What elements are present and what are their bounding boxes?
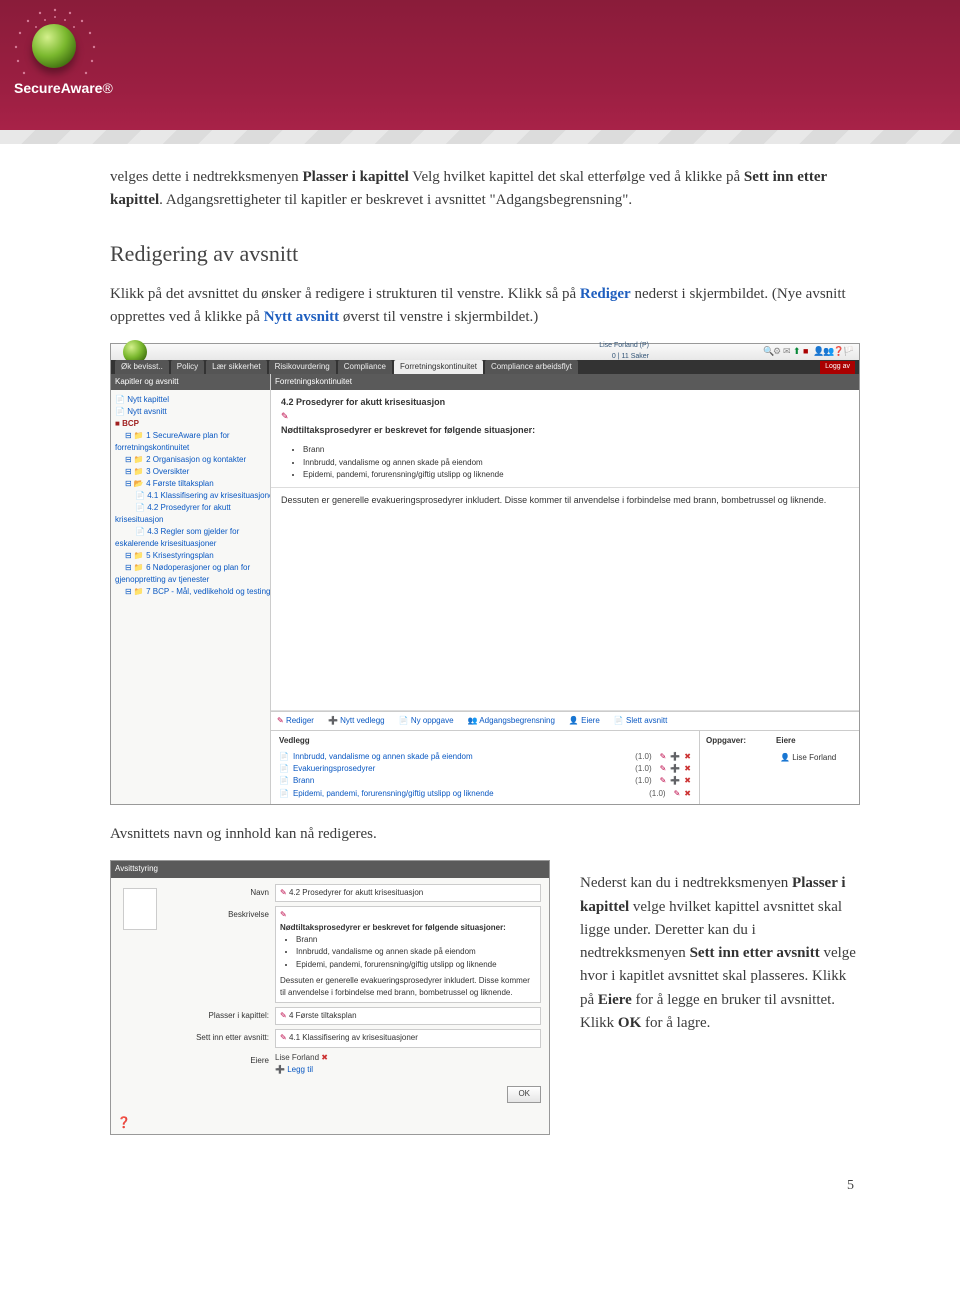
tree-item[interactable]: krisesituasjon [115,514,266,526]
tree-item[interactable]: eskalerende krisesituasjoner [115,538,266,550]
sidebar-tree: 📄 Nytt kapittel 📄 Nytt avsnitt ■ BCP ⊟ 📁… [111,390,270,804]
tab[interactable]: Lær sikkerhet [206,360,266,374]
tree-item[interactable]: gjenoppretting av tjenester [115,574,266,586]
attachment-link[interactable]: Epidemi, pandemi, forurensning/giftig ut… [293,788,494,800]
attachment-link[interactable]: Innbrudd, vandalisme og annen skade på e… [293,751,473,763]
section-paragraph: Klikk på det avsnittet du ønsker å redig… [110,283,860,330]
brand-name: SecureAware® [14,80,113,96]
owners-header: Eiere [776,735,796,747]
edit-icon[interactable]: ✎ [281,411,289,421]
tree-item[interactable]: forretningskontinuitet [115,442,266,454]
tree-item[interactable]: ⊟ 📁 6 Nødoperasjoner og plan for [115,562,266,574]
section-title: 4.2 Prosedyrer for akutt krisesituasjon [281,397,445,407]
screenshot-2: Avsittstyring Navn ✎ 4.2 Prosedyrer for … [110,860,550,1135]
doc-icon: 📄 [279,788,289,800]
owner-badge: Lise Forland [275,1053,319,1062]
section-description: Dessuten er generelle evakueringsprosedy… [271,488,859,710]
page-number: 5 [110,1175,860,1197]
tree-item[interactable]: 📄 4.3 Regler som gjelder for [115,526,266,538]
right-column-text: Nederst kan du i nedtrekksmenyen Plasser… [580,860,860,1049]
new-task-link[interactable]: 📄 Ny oppgave [399,715,454,727]
new-attachment-link[interactable]: ➕ Nytt vedlegg [328,715,385,727]
sidebar-header: Kapitler og avsnitt [111,374,270,390]
insert-after-label: Sett inn etter avsnitt: [169,1029,269,1044]
section-header-block: 4.2 Prosedyrer for akutt krisesituasjon … [271,390,859,488]
attachment-link[interactable]: Brann [293,775,314,787]
tree-item[interactable]: ⊟ 📁 2 Organisasjon og kontakter [115,454,266,466]
bullet: Brann [303,444,849,456]
owners-label: Eiere [169,1052,269,1067]
tab-active[interactable]: Forretningskontinuitet [394,360,483,374]
doc-icon: 📄 [279,763,289,775]
toolbar-icons[interactable]: 🔍⚙✉⬆■👤👥❓🏳️ [763,345,853,359]
tree-item[interactable]: ⊟ 📁 1 SecureAware plan for [115,430,266,442]
ok-button[interactable]: OK [507,1086,541,1102]
tree-item-selected[interactable]: 📄 4.2 Prosedyrer for akutt [115,502,266,514]
user-icon: 👤 [780,753,790,762]
logout-button[interactable]: Logg av [820,361,855,374]
description-input[interactable]: ✎ Nødtiltaksprosedyrer er beskrevet for … [275,906,541,1003]
name-input[interactable]: ✎ 4.2 Prosedyrer for akutt krisesituasjo… [275,884,541,902]
tree-item[interactable]: ⊟ 📁 7 BCP - Mål, vedlikehold og testing [115,586,266,598]
tree-item[interactable]: ⊟ 📁 5 Krisestyringsplan [115,550,266,562]
brand-sphere [32,24,76,68]
insert-after-select[interactable]: ✎ 4.1 Klassifisering av krisesituasjoner [275,1029,541,1047]
place-in-chapter-select[interactable]: ✎ 4 Første tiltaksplan [275,1007,541,1025]
add-icon[interactable]: ➕ [275,1065,285,1074]
edit-link[interactable]: ✎ Rediger [277,715,314,727]
user-info: Lise Forland (P)0 | 11 Saker [599,341,759,363]
tree-item[interactable]: ⊟ 📁 3 Oversikter [115,466,266,478]
tab[interactable]: Øk bevisst.. [115,360,169,374]
attachment-link[interactable]: Evakueringsprosedyrer [293,763,375,775]
access-restriction-link[interactable]: 👥 Adgangsbegrensning [468,715,555,727]
header-banner: SecureAware® [0,0,960,130]
section-heading: Redigering av avsnitt [110,237,860,271]
tab[interactable]: Policy [171,360,204,374]
owners-link[interactable]: 👤 Eiere [569,715,600,727]
attachments-header: Vedlegg [279,735,691,747]
new-chapter-link[interactable]: 📄 Nytt kapittel [115,394,266,406]
owner-name: Lise Forland [792,753,836,762]
add-owner-link[interactable]: Legg til [287,1065,313,1074]
screenshot-1: Lise Forland (P)0 | 11 Saker 🔍⚙✉⬆■👤👥❓🏳️ … [110,343,860,805]
panel-header: Avsittstyring [111,861,549,877]
tasks-header: Oppgaver: [706,735,746,747]
bullet: Epidemi, pandemi, forurensning/giftig ut… [303,469,849,481]
new-section-link[interactable]: 📄 Nytt avsnitt [115,406,266,418]
tree-item[interactable]: 📄 4.1 Klassifisering av krisesituasjoner [115,490,266,502]
description-label: Beskrivelse [169,906,269,921]
doc-icon: 📄 [279,751,289,763]
name-label: Navn [169,884,269,899]
action-bar: ✎ Rediger ➕ Nytt vedlegg 📄 Ny oppgave 👥 … [271,711,859,730]
intro-paragraph: velges dette i nedtrekksmenyen Plasser i… [110,166,860,213]
place-in-chapter-label: Plasser i kapittel: [169,1007,269,1022]
main-header: Forretningskontinuitet [271,374,859,390]
tab[interactable]: Compliance arbeidsflyt [485,360,578,374]
tab[interactable]: Compliance [338,360,392,374]
bullet: Innbrudd, vandalisme og annen skade på e… [303,457,849,469]
tree-item[interactable]: ⊟ 📂 4 Første tiltaksplan [115,478,266,490]
section-subtitle: Nødtiltaksprosedyrer er beskrevet for fø… [281,425,535,435]
help-icon[interactable]: ❓ [111,1113,549,1134]
bcp-root[interactable]: ■ BCP [115,418,266,430]
caption-1: Avsnittets navn og innhold kan nå redige… [110,823,860,846]
tab[interactable]: Risikovurdering [269,360,336,374]
delete-section-link[interactable]: 📄 Slett avsnitt [614,715,668,727]
doc-thumb-icon [123,888,157,930]
page-content: velges dette i nedtrekksmenyen Plasser i… [0,130,960,1227]
doc-icon: 📄 [279,775,289,787]
remove-owner-icon[interactable]: ✖ [321,1053,328,1062]
